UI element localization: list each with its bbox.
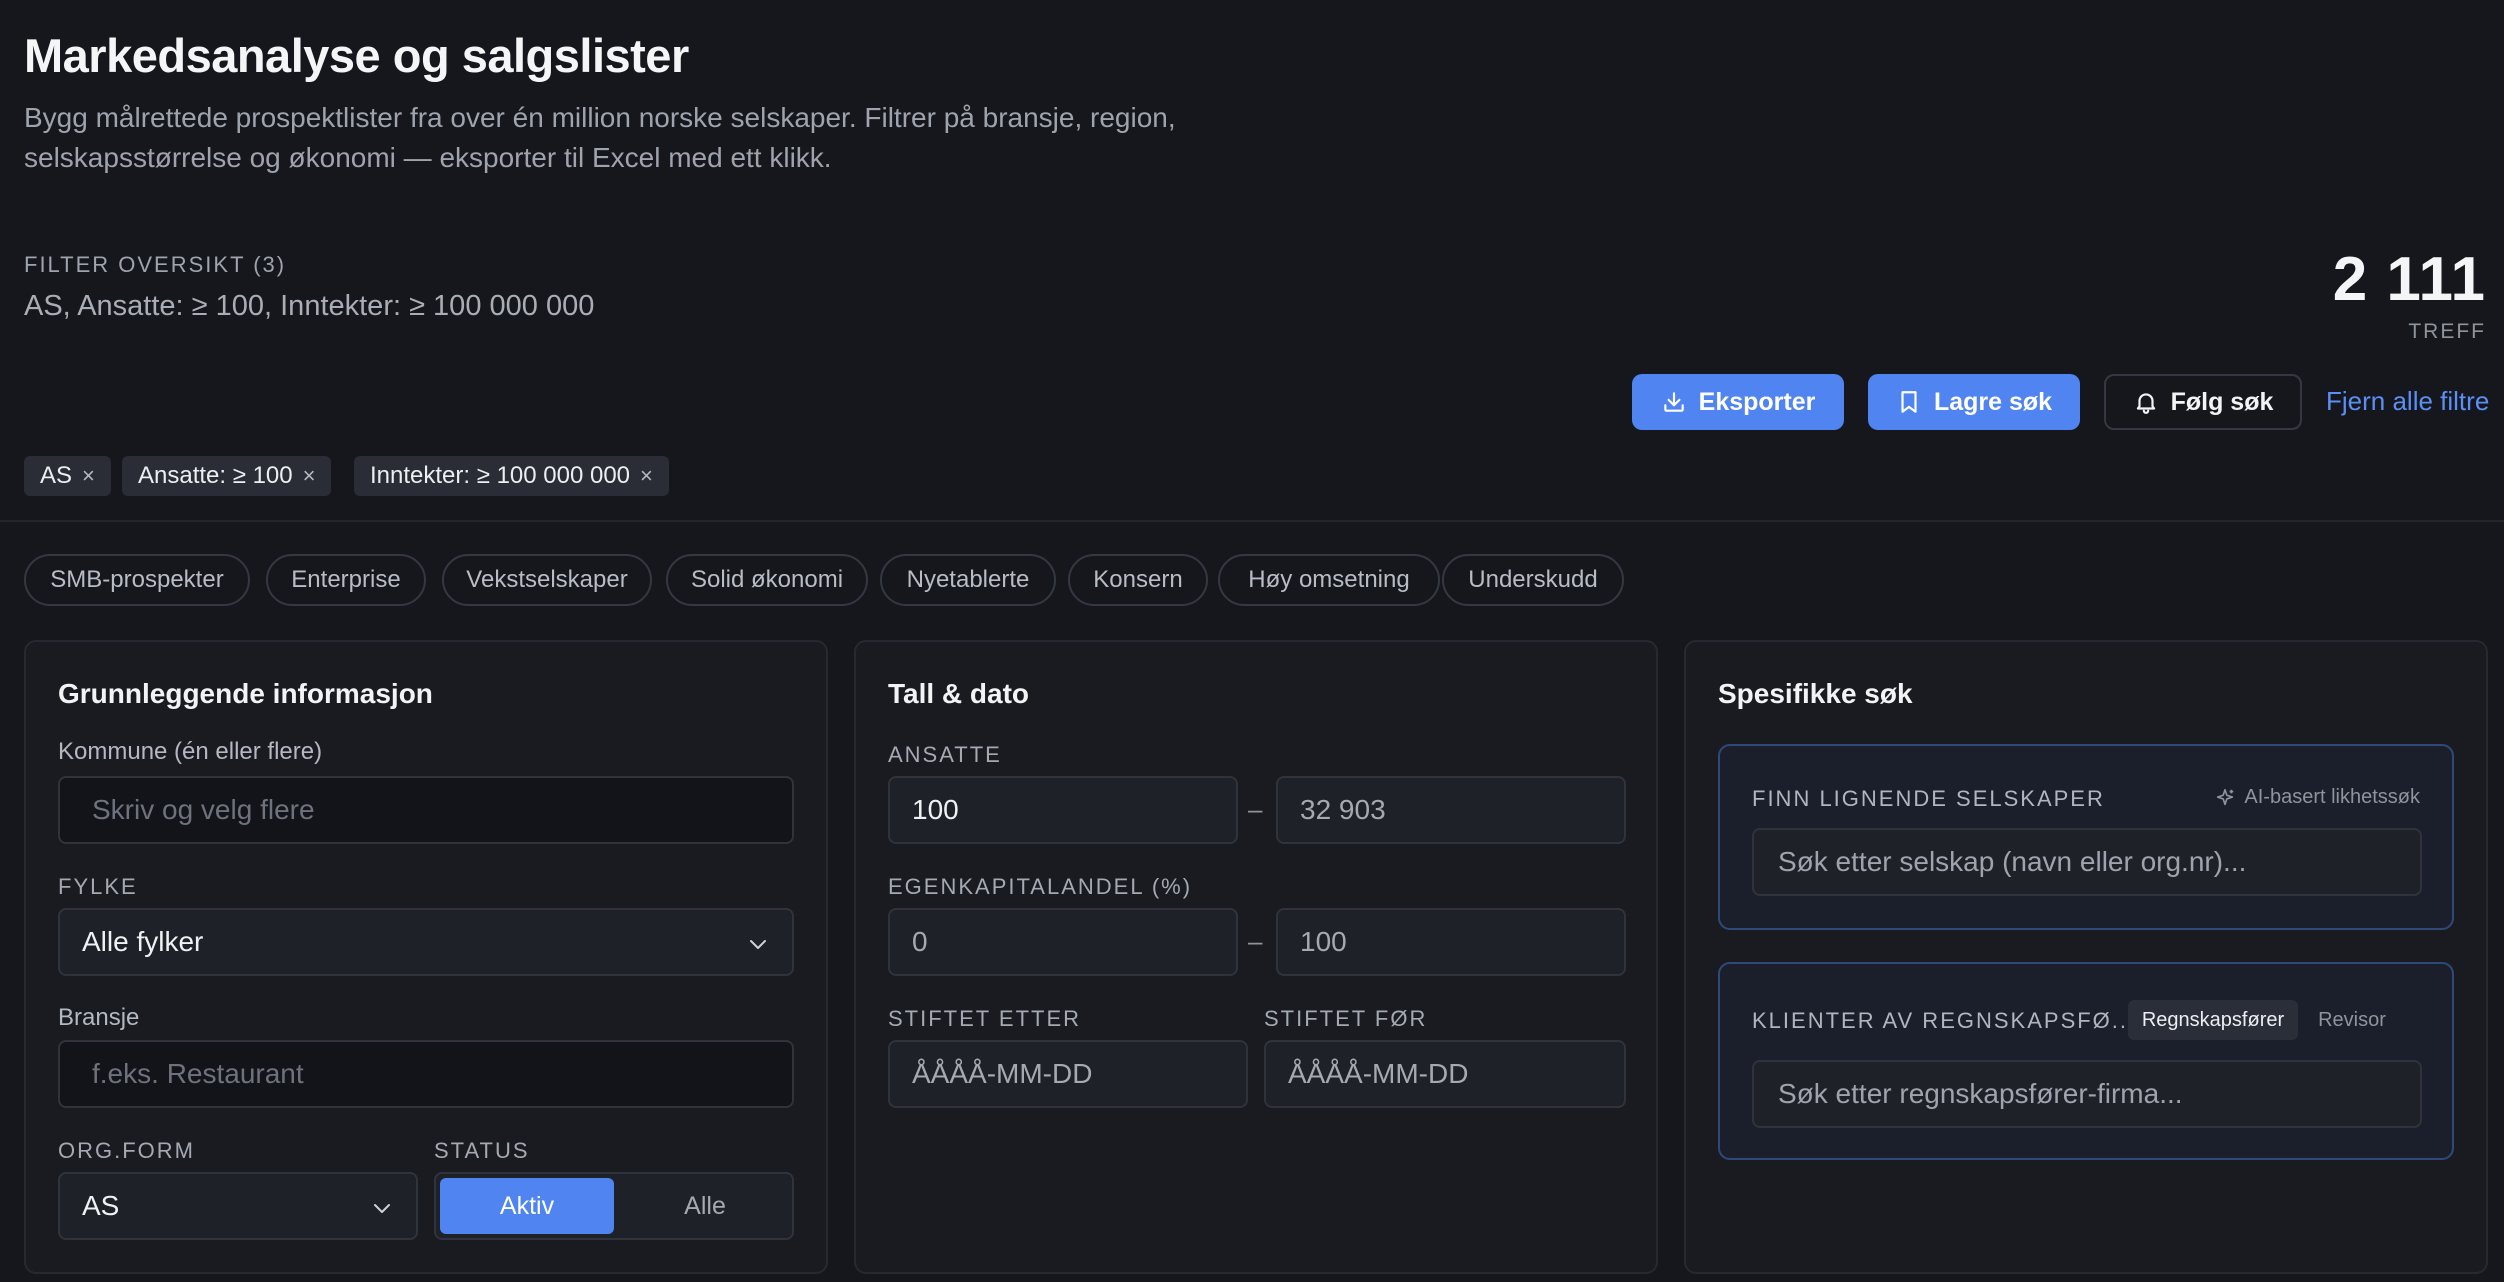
page-title: Markedsanalyse og salgslister [24, 29, 689, 82]
save-search-button[interactable]: Lagre søk [1868, 374, 2080, 430]
similar-companies-label: FINN LIGNENDE SELSKAPER [1752, 786, 2105, 811]
numbers-dates-title: Tall & dato [888, 678, 1030, 709]
similar-company-search-input[interactable]: Søk etter selskap (navn eller org.nr)... [1752, 828, 2422, 896]
follow-search-button-label: Følg søk [2170, 387, 2274, 416]
export-button[interactable]: Eksporter [1632, 374, 1844, 430]
preset-chip[interactable]: SMB-prospekter [24, 554, 250, 606]
accountant-clients-panel: KLIENTER AV REGNSKAPSFØ... Regnskapsføre… [1718, 962, 2454, 1160]
orgform-select[interactable]: AS [58, 1172, 418, 1240]
fylke-select[interactable]: Alle fylker [58, 908, 794, 976]
close-icon[interactable]: × [303, 463, 316, 489]
page: Markedsanalyse og salgslister Bygg målre… [0, 0, 2504, 1282]
preset-chip[interactable]: Vekstselskaper [442, 554, 652, 606]
stiftet-etter-label: STIFTET ETTER [888, 1006, 1082, 1031]
ansatte-min-input[interactable]: 100 [888, 776, 1238, 844]
status-toggle: Aktiv Alle [434, 1172, 794, 1240]
follow-search-button[interactable]: Følg søk [2104, 374, 2302, 430]
specific-search-title: Spesifikke søk [1718, 678, 1913, 709]
preset-chip[interactable]: Høy omsetning [1218, 554, 1440, 606]
active-filter-chip[interactable]: Inntekter: ≥ 100 000 000 × [354, 456, 669, 496]
filter-overview-summary: AS, Ansatte: ≥ 100, Inntekter: ≥ 100 000… [24, 290, 595, 322]
clear-all-filters-link[interactable]: Fjern alle filtre [2326, 386, 2489, 417]
ansatte-max-input[interactable]: 32 903 [1276, 776, 1626, 844]
sparkle-icon [2217, 788, 2234, 805]
egenkapital-label: EGENKAPITALANDEL (%) [888, 874, 1193, 899]
ai-hint-text: AI-basert likhetssøk [2244, 786, 2420, 808]
status-active-option[interactable]: Aktiv [440, 1178, 614, 1234]
ai-hint: AI-basert likhetssøk [2214, 786, 2420, 809]
close-icon[interactable]: × [640, 463, 653, 489]
page-subtitle: Bygg målrettede prospektlister fra over … [24, 102, 1176, 173]
similar-companies-panel: FINN LIGNENDE SELSKAPER AI-basert likhet… [1718, 744, 2454, 930]
section-divider [0, 520, 2504, 522]
bransje-label: Bransje [58, 1004, 140, 1031]
hits-label: TREFF [2408, 320, 2486, 343]
preset-chip[interactable]: Nyetablerte [880, 554, 1056, 606]
fylke-select-value: Alle fylker [82, 926, 204, 957]
orgform-label: ORG.FORM [58, 1138, 195, 1163]
kommune-label: Kommune (én eller flere) [58, 738, 323, 765]
basic-info-title: Grunnleggende informasjon [58, 678, 433, 709]
range-separator: – [1248, 926, 1263, 956]
stiftet-for-input[interactable]: ÅÅÅÅ-MM-DD [1264, 1040, 1626, 1108]
preset-chip[interactable]: Underskudd [1442, 554, 1624, 606]
export-button-label: Eksporter [1698, 387, 1816, 416]
bookmark-icon [1901, 391, 1917, 413]
kommune-input[interactable]: Skriv og velg flere [58, 776, 794, 844]
preset-chip[interactable]: Solid økonomi [666, 554, 868, 606]
active-filter-label: Inntekter: ≥ 100 000 000 [370, 462, 631, 489]
save-search-button-label: Lagre søk [1933, 387, 2053, 416]
preset-chip[interactable]: Enterprise [266, 554, 426, 606]
status-label: STATUS [434, 1138, 530, 1163]
ansatte-label: ANSATTE [888, 742, 1002, 767]
stiftet-for-label: STIFTET FØR [1264, 1006, 1428, 1031]
auditor-toggle-option[interactable]: Revisor [2302, 1000, 2402, 1040]
chevron-down-icon [374, 1204, 390, 1213]
filter-overview-label: FILTER OVERSIKT (3) [24, 252, 287, 277]
specific-search-card: Spesifikke søk FINN LIGNENDE SELSKAPER A… [1684, 640, 2488, 1274]
close-icon[interactable]: × [82, 463, 95, 489]
bransje-input[interactable]: f.eks. Restaurant [58, 1040, 794, 1108]
basic-info-card: Grunnleggende informasjon Kommune (én el… [24, 640, 828, 1274]
egenkapital-min-input[interactable]: 0 [888, 908, 1238, 976]
range-separator: – [1248, 794, 1263, 824]
numbers-dates-card: Tall & dato ANSATTE 100 – 32 903 EGENKAP… [854, 640, 1658, 1274]
active-filter-label: Ansatte: ≥ 100 [138, 462, 293, 489]
preset-chip[interactable]: Konsern [1068, 554, 1208, 606]
status-all-option[interactable]: Alle [618, 1178, 792, 1234]
active-filter-chip[interactable]: Ansatte: ≥ 100 × [122, 456, 332, 496]
bell-icon [2136, 393, 2155, 414]
accountant-firm-search-input[interactable]: Søk etter regnskapsfører-firma... [1752, 1060, 2422, 1128]
stiftet-etter-input[interactable]: ÅÅÅÅ-MM-DD [888, 1040, 1248, 1108]
fylke-label: FYLKE [58, 874, 138, 899]
egenkapital-max-input[interactable]: 100 [1276, 908, 1626, 976]
active-filter-chip[interactable]: AS × [24, 456, 111, 496]
accountant-clients-label: KLIENTER AV REGNSKAPSFØ... [1752, 1008, 2137, 1033]
active-filter-label: AS [40, 462, 73, 489]
chevron-down-icon [750, 940, 766, 949]
hits-count: 2 111 [2332, 245, 2486, 314]
orgform-select-value: AS [82, 1190, 120, 1221]
accountant-toggle-option[interactable]: Regnskapsfører [2128, 1000, 2298, 1040]
download-icon [1663, 392, 1684, 412]
